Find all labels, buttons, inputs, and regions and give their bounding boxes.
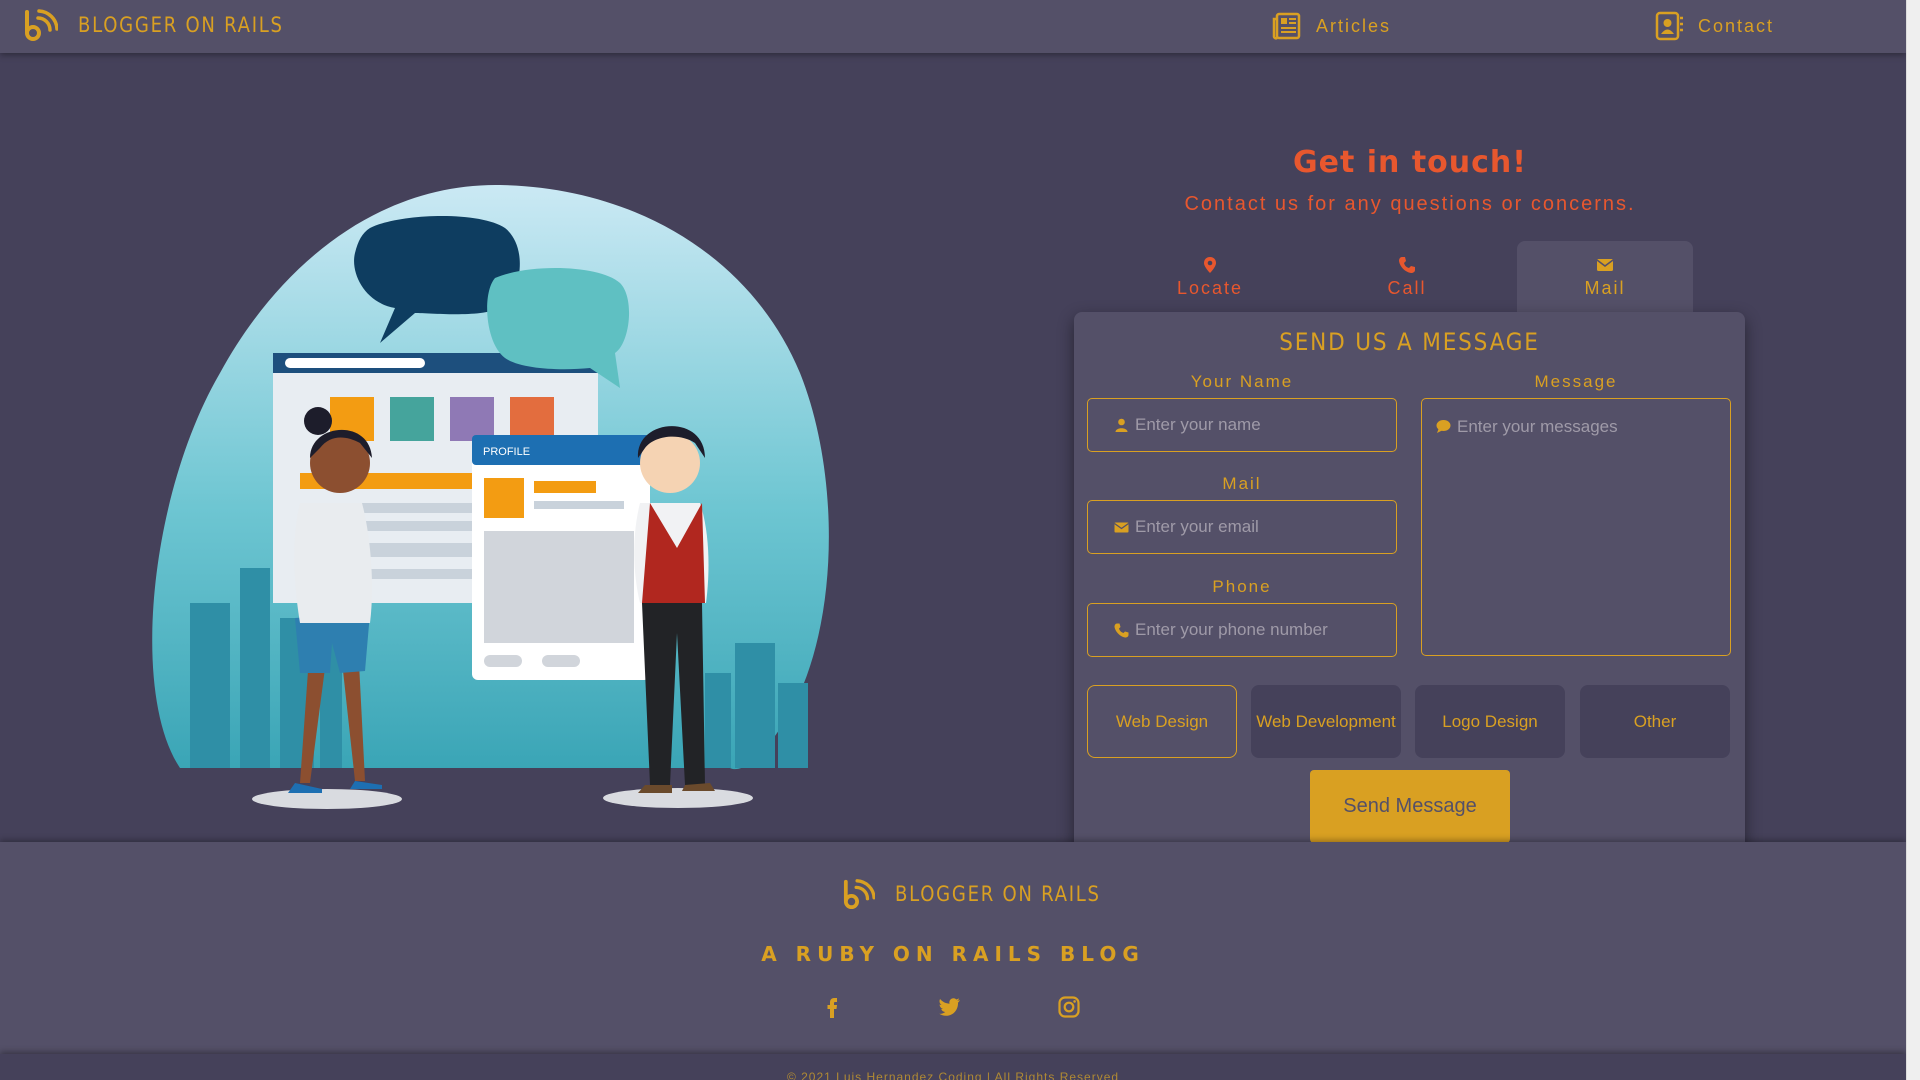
blog-logo-icon [843,879,875,910]
contact-title: Get in touch! [1293,145,1527,180]
nav-articles-label: Articles [1316,15,1392,36]
footer: BLOGGER ON RAILS A RUBY ON RAILS BLOG [0,842,1906,1054]
phone-placeholder: Enter your phone number [1135,620,1328,639]
newspaper-icon [1272,12,1301,40]
brand-name: BLOGGER ON RAILS [78,13,284,37]
envelope-icon [1114,522,1129,532]
form-title: SEND US A MESSAGE [1279,328,1540,356]
tab-call-label: Call [1387,277,1427,298]
copyright-text: © 2021 Luis Hernandez Coding | All Right… [786,1070,1120,1080]
phone-icon [1114,623,1129,637]
envelope-icon [1596,258,1614,271]
send-message-button[interactable]: Send Message [1310,770,1510,843]
tab-mail[interactable]: Mail [1517,241,1693,313]
contact-section: PROFILE Get in touch! Contact us for any… [0,53,1906,857]
instagram-icon [1058,996,1080,1018]
contact-tabs: Locate Call Mail [1122,241,1693,313]
nav-articles[interactable]: Articles [1272,11,1391,41]
map-marker-icon [1204,256,1216,273]
email-field[interactable]: Enter your email [1087,500,1397,554]
name-label: Your Name [1190,372,1294,391]
message-label: Message [1534,372,1618,391]
user-icon [1115,418,1128,432]
name-placeholder: Enter your name [1135,415,1261,434]
comment-icon [1436,420,1451,433]
service-logo-design-button[interactable]: Logo Design [1415,685,1565,758]
tab-locate[interactable]: Locate [1122,241,1298,313]
name-field[interactable]: Enter your name [1087,398,1397,452]
facebook-link[interactable] [817,992,847,1022]
twitter-link[interactable] [934,992,964,1022]
mail-label: Mail [1222,474,1262,493]
blog-logo-icon [25,9,58,41]
tab-locate-label: Locate [1176,277,1244,298]
brand-link[interactable]: BLOGGER ON RAILS [24,8,317,42]
nav-contact-label: Contact [1698,15,1775,36]
instagram-link[interactable] [1054,992,1084,1022]
message-placeholder: Enter your messages [1457,417,1618,436]
message-textarea[interactable]: Enter your messages [1421,398,1731,656]
service-other-button[interactable]: Other [1580,685,1730,758]
tab-call[interactable]: Call [1319,241,1495,313]
top-navbar: BLOGGER ON RAILS Articles Contact [0,0,1906,53]
tab-mail-label: Mail [1584,277,1626,298]
phone-icon [1399,256,1415,273]
twitter-icon [939,998,960,1016]
copyright-bar: © 2021 Luis Hernandez Coding | All Right… [0,1054,1906,1080]
footer-brand-link[interactable]: BLOGGER ON RAILS [843,878,1134,910]
footer-brand-name: BLOGGER ON RAILS [895,882,1101,906]
address-book-icon [1655,11,1683,41]
contact-illustration: PROFILE [152,184,829,809]
service-web-development-button[interactable]: Web Development [1251,685,1401,758]
page-scrollbar[interactable] [1906,0,1920,1080]
service-web-design-button[interactable]: Web Design [1087,685,1237,758]
contact-form-card: SEND US A MESSAGE Your Name Enter your n… [1074,312,1745,857]
facebook-icon [827,998,837,1018]
profile-card-badge: PROFILE [483,446,530,458]
phone-label: Phone [1212,577,1272,596]
email-placeholder: Enter your email [1135,517,1259,536]
phone-field[interactable]: Enter your phone number [1087,603,1397,657]
nav-contact[interactable]: Contact [1654,11,1774,41]
contact-subtitle: Contact us for any questions or concerns… [1184,193,1636,215]
footer-tagline: A RUBY ON RAILS BLOG [761,942,1145,966]
profile-card: PROFILE [472,435,650,680]
